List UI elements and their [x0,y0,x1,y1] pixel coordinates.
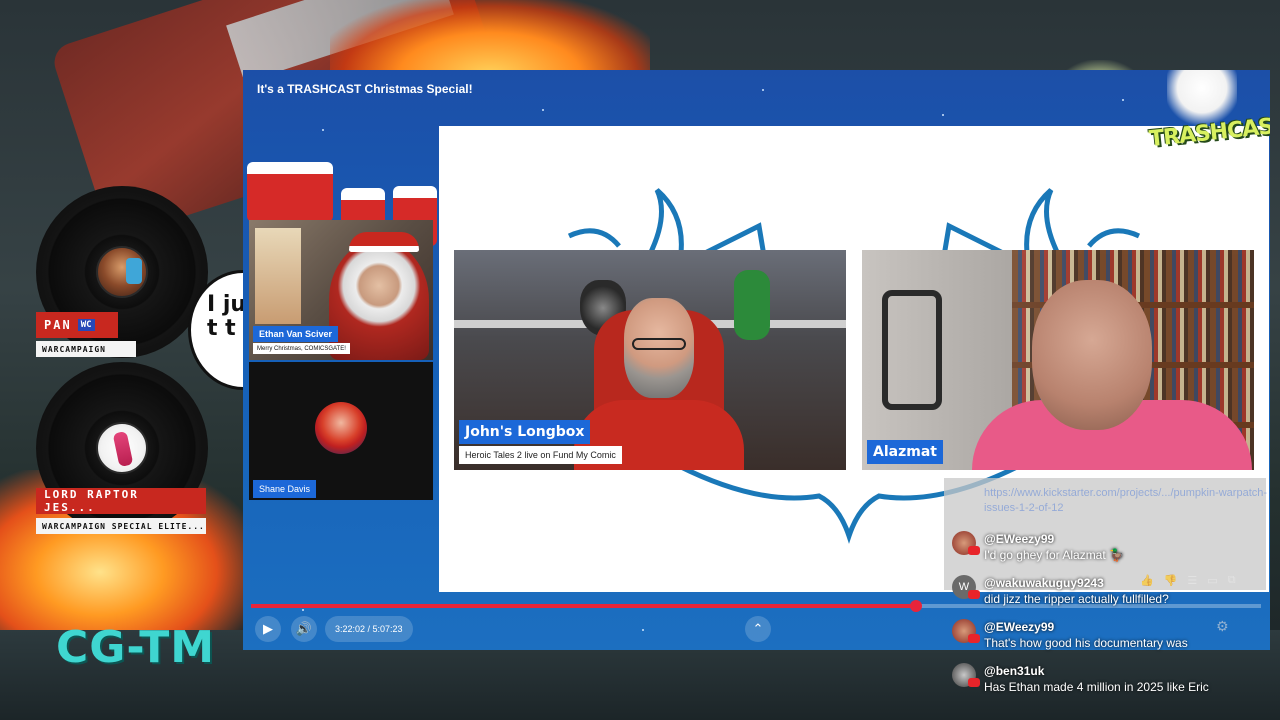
pan-badge: WC [77,319,95,331]
ethan-subtitle: Merry Christmas, COMICSGATE! [253,343,350,354]
chat-link-text[interactable]: https://www.kickstarter.com/projects/...… [984,486,1270,516]
youtube-badge-icon [968,678,980,687]
video-tile-alazmat [862,250,1254,470]
chat-username: @EWeezy99 [984,532,1055,546]
progress-knob[interactable] [909,600,922,612]
chat-username: @EWeezy99 [984,620,1055,634]
john-subtitle: Heroic Tales 2 live on Fund My Comic [459,446,622,464]
raptor-subtitle: WARCAMPAIGN SPECIAL ELITE... [36,518,206,534]
chat-username: @wakuwakuguy9243 [984,576,1104,590]
expand-button[interactable]: ⌃ [745,616,771,642]
alazmat-name-label: Alazmat [867,440,943,464]
john-name-label: John's Longbox [459,420,591,444]
chat-text: I'd go ghey for Alazmat 🦆 [984,548,1124,562]
pan-name-plate: PAN WC [36,312,118,338]
play-icon: ▶ [263,621,273,636]
chat-username: @ben31uk [984,664,1045,678]
like-icon[interactable]: 👍 [1140,574,1154,587]
video-title: It's a TRASHCAST Christmas Special! [257,82,473,96]
pan-subtitle: WARCAMPAIGN [36,341,136,357]
chat-overlay: https://www.kickstarter.com/projects/...… [944,478,1274,720]
volume-icon: 🔊 [295,621,313,636]
ethan-name-label: Ethan Van Sciver [253,326,339,342]
chat-text: That's how good his documentary was [984,636,1188,650]
background-fire [330,0,650,75]
youtube-badge-icon [968,634,980,643]
pan-name: PAN [44,318,72,332]
time-display: 3:22:02 / 5:07:23 [325,616,413,642]
raptor-avatar [96,422,148,474]
progress-fill [251,604,916,608]
shane-avatar [315,402,367,454]
shane-name-label: Shane Davis [253,480,317,498]
chevron-up-icon: ⌃ [752,621,764,636]
gear-icon[interactable]: ⚙ [1216,618,1229,635]
xmas-banner [247,162,442,248]
reply-icon[interactable]: ☰ [1187,574,1197,587]
chat-text: Has Ethan made 4 million in 2025 like Er… [984,680,1209,694]
raptor-name-plate: LORD RAPTOR JES... [36,488,206,514]
play-button[interactable]: ▶ [255,616,281,642]
chat-text: did jizz the ripper actually fullfilled? [984,592,1169,606]
copy-icon[interactable]: ▭ [1207,574,1217,587]
pan-avatar [96,246,148,298]
dislike-icon[interactable]: 👎 [1164,574,1178,587]
cg-tm-logo: CG-TM [56,622,215,673]
open-icon[interactable]: ⧉ [1228,574,1236,587]
youtube-badge-icon [968,590,980,599]
chat-message-tools[interactable]: 👍 👎 ☰ ▭ ⧉ [1140,574,1236,587]
youtube-badge-icon [968,546,980,555]
volume-button[interactable]: 🔊 [291,616,317,642]
